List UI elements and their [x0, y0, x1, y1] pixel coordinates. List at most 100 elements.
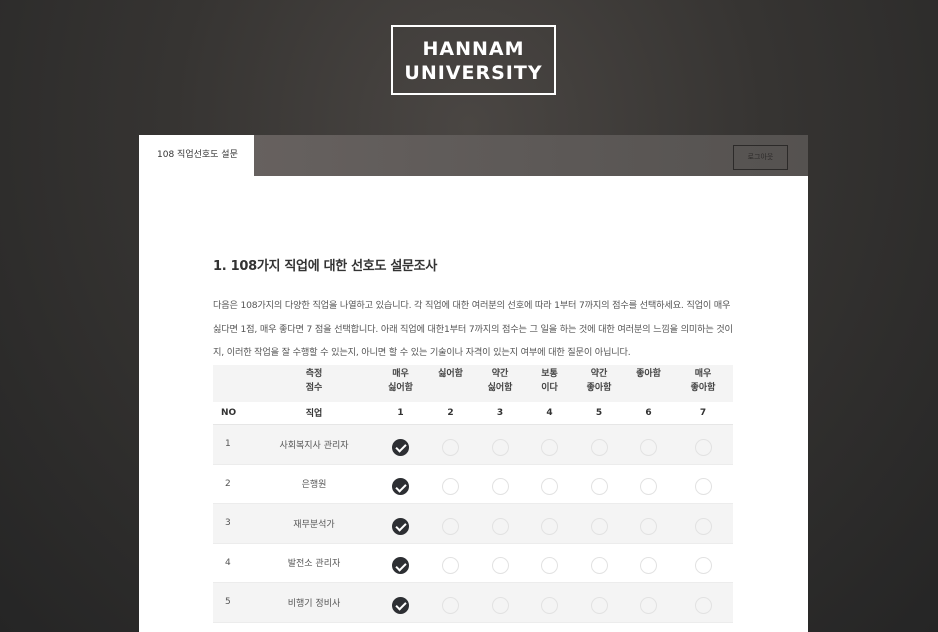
score-cell [375, 503, 426, 544]
score-cell [525, 503, 574, 544]
score-header-3: 3 [496, 407, 504, 418]
scale-label-line2: 싫어함 [388, 382, 413, 393]
job-name: 은행원 [253, 464, 375, 504]
score-radio-2[interactable] [442, 478, 459, 496]
score-radio-2[interactable] [442, 438, 459, 456]
panel-header: 108 직업선호도 설문 로그아웃 [139, 135, 808, 176]
preference-table: 측정 점수 매우 싫어함 싫어함 약간 싫어함 보통 이다 약간 좋아함 좋아함 매우 좋… [213, 364, 733, 623]
scale-header-5: 약간좋아함 [574, 364, 624, 402]
score-header-1: 1 [397, 407, 404, 418]
score-radio-5[interactable] [590, 438, 608, 456]
survey-description: 다음은 108가지의 다양한 직업을 나열하고 있습니다. 각 직업에 대한 여… [213, 300, 733, 358]
score-radio-5[interactable] [590, 596, 608, 614]
scale-label-line1: 약간 [590, 368, 608, 379]
table-row: 5 비행기 정비사 [213, 582, 733, 623]
score-cell [475, 464, 525, 504]
score-radio-5[interactable] [590, 517, 608, 535]
measure-label-line1: 측정 [305, 368, 323, 379]
score-radio-2[interactable] [442, 557, 459, 575]
score-radio-3[interactable] [491, 438, 509, 456]
score-cell [574, 582, 624, 623]
job-name: 비행기 정비사 [253, 582, 375, 623]
score-radio-3[interactable] [491, 517, 509, 535]
score-header-7: 7 [699, 407, 707, 418]
score-radio-1[interactable] [392, 438, 409, 456]
score-radio-2[interactable] [442, 596, 459, 614]
header-blank [213, 364, 253, 402]
scale-header-6: 좋아함 [624, 364, 673, 402]
table-row: 3 재무분석가 [213, 503, 733, 544]
score-cell [525, 464, 574, 504]
score-header-6: 6 [645, 407, 652, 418]
score-radio-1[interactable] [392, 478, 409, 496]
scale-header-1: 매우싫어함 [375, 364, 426, 402]
score-radio-3[interactable] [491, 596, 509, 614]
score-cell [624, 543, 673, 583]
logo-line-1: HANNAM [422, 38, 525, 60]
score-radio-7[interactable] [694, 478, 712, 496]
score-radio-3[interactable] [491, 557, 509, 575]
tab-job-preference-survey[interactable]: 108 직업선호도 설문 [139, 135, 254, 176]
scale-label-line2: 좋아함 [690, 382, 716, 393]
row-number: 1 [213, 424, 253, 465]
score-radio-6[interactable] [640, 596, 657, 614]
score-cell [426, 543, 475, 583]
score-radio-6[interactable] [640, 557, 657, 575]
score-radio-6[interactable] [640, 478, 657, 496]
score-header-2: 2 [447, 407, 454, 418]
score-cell [375, 582, 426, 623]
score-radio-4[interactable] [541, 478, 558, 496]
score-radio-3[interactable] [491, 478, 509, 496]
scale-label-line1: 매우 [392, 368, 409, 379]
scale-header-row: 측정 점수 매우 싫어함 싫어함 약간 싫어함 보통 이다 약간 좋아함 좋아함 매우 좋… [213, 364, 733, 402]
scale-header-3: 약간싫어함 [475, 364, 525, 402]
score-radio-1[interactable] [392, 557, 409, 575]
survey-content: 1. 108가지 직업에 대한 선호도 설문조사 다음은 108가지의 다양한 … [213, 255, 733, 623]
score-radio-7[interactable] [694, 517, 712, 535]
logout-button[interactable]: 로그아웃 [733, 145, 788, 170]
scale-label-line2: 좋아함 [586, 382, 612, 393]
scale-header-7: 매우좋아함 [673, 364, 733, 402]
table-row: 1 사회복지사 관리자 [213, 424, 733, 465]
score-radio-5[interactable] [590, 478, 608, 496]
measure-label-line2: 점수 [305, 382, 323, 393]
score-radio-4[interactable] [541, 557, 558, 575]
section-title: 1. 108가지 직업에 대한 선호도 설문조사 [213, 259, 437, 274]
score-radio-1[interactable] [392, 517, 409, 535]
score-radio-2[interactable] [442, 517, 459, 535]
survey-panel: 108 직업선호도 설문 로그아웃 1. 108가지 직업에 대한 선호도 설문… [139, 135, 808, 632]
score-cell [624, 464, 673, 504]
score-radio-1[interactable] [392, 596, 409, 614]
job-rows: 1 사회복지사 관리자 2 은행원 3 재무분석가 4 발전소 관리자 5 비행기 정비사 [213, 424, 733, 623]
score-radio-7[interactable] [694, 438, 712, 456]
university-logo: HANNAM UNIVERSITY [391, 25, 556, 95]
row-number: 2 [213, 464, 253, 504]
score-cell [525, 424, 574, 465]
scale-label-line1: 약간 [491, 368, 509, 379]
score-radio-4[interactable] [541, 596, 558, 614]
logo-line-2: UNIVERSITY [404, 62, 543, 84]
score-cell [574, 464, 624, 504]
score-radio-7[interactable] [694, 596, 712, 614]
score-header-4: 4 [546, 407, 553, 418]
score-cell [375, 543, 426, 583]
scale-label-line2: 싫어함 [487, 382, 513, 393]
score-cell [673, 464, 733, 504]
scale-label-line1: 매우 [694, 368, 712, 379]
row-number: 4 [213, 543, 253, 583]
scale-label-line1: 보통 [541, 368, 558, 379]
col-job-header: 직업 [305, 409, 323, 420]
score-cell [475, 503, 525, 544]
scale-label-line1: 싫어함 [438, 368, 463, 379]
score-radio-6[interactable] [640, 438, 657, 456]
score-radio-4[interactable] [541, 517, 558, 535]
row-number: 5 [213, 582, 253, 623]
job-name: 사회복지사 관리자 [253, 424, 375, 465]
score-radio-7[interactable] [694, 557, 712, 575]
col-no-header: NO [221, 407, 237, 418]
score-radio-5[interactable] [590, 557, 608, 575]
score-radio-6[interactable] [640, 517, 657, 535]
score-cell [574, 424, 624, 465]
scale-label-line1: 좋아함 [636, 368, 661, 379]
score-radio-4[interactable] [541, 438, 558, 456]
